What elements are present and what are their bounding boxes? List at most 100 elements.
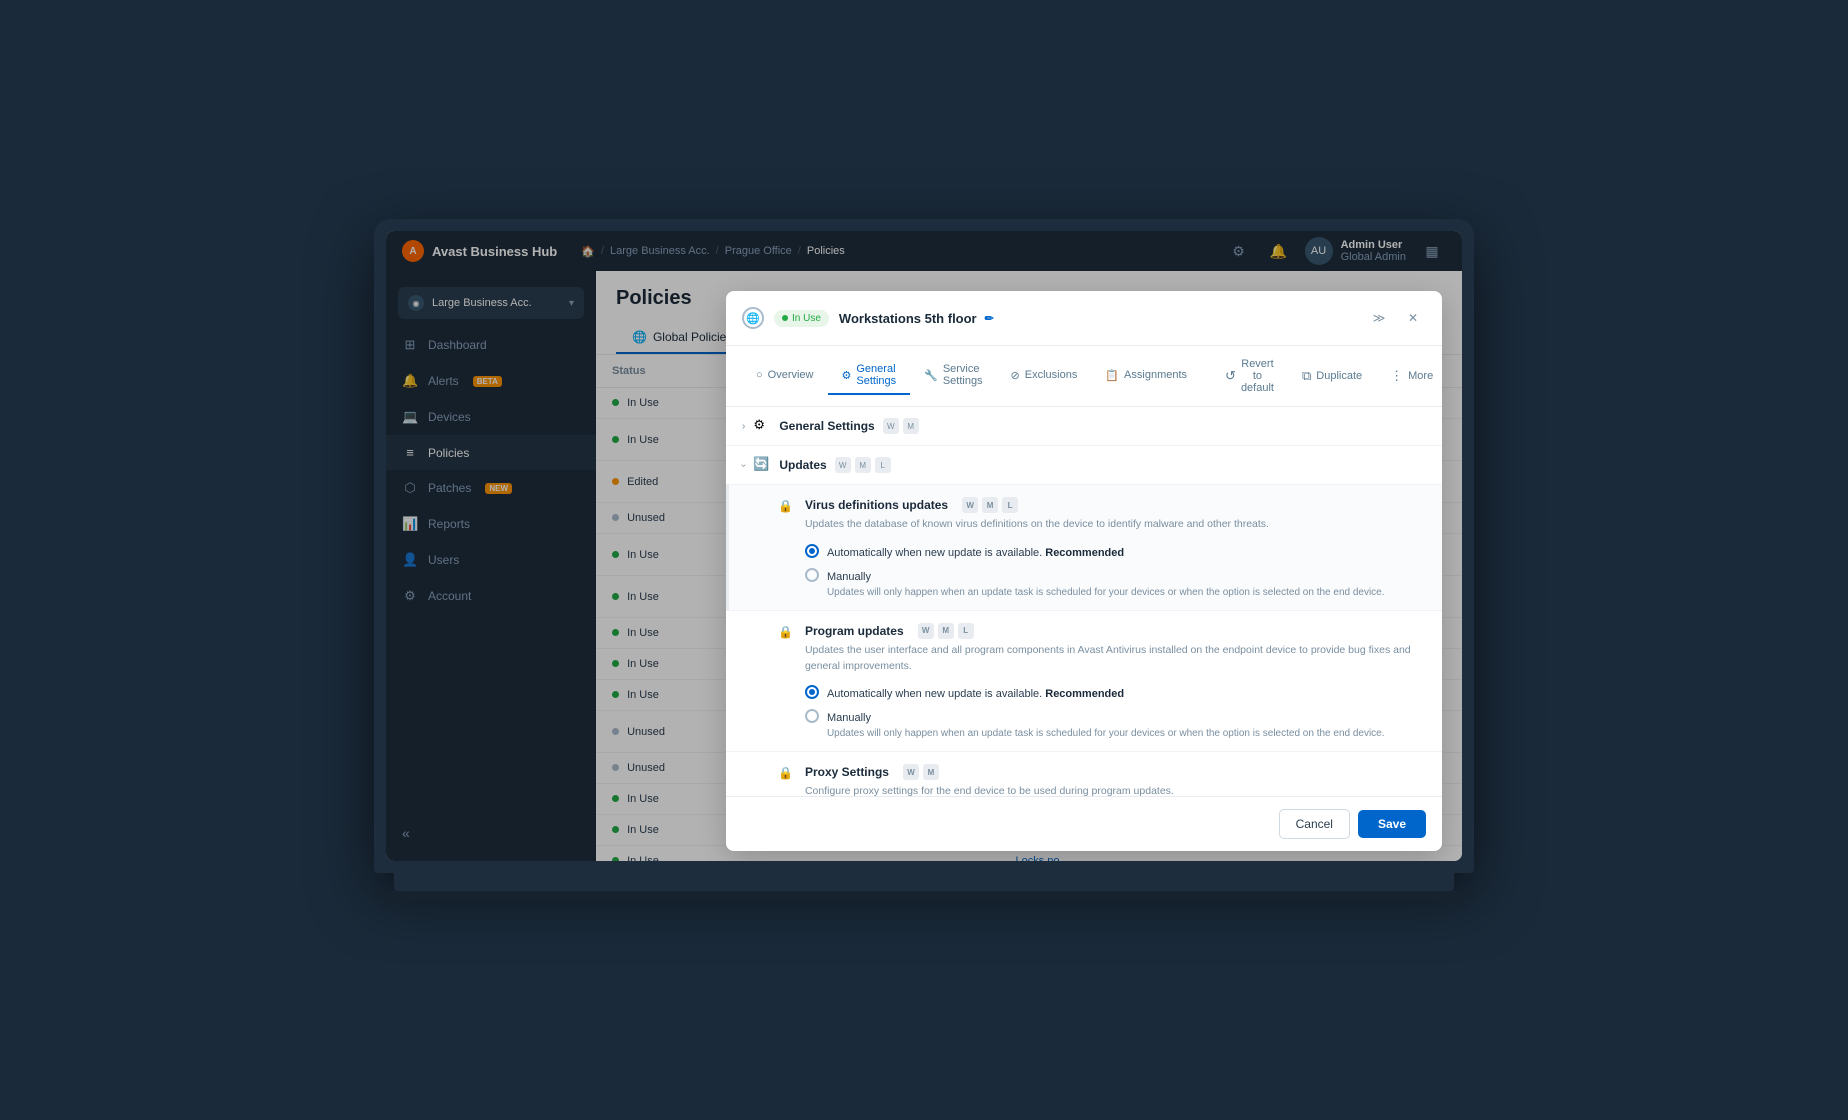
assignments-tab-icon: 📋 [1105, 369, 1119, 382]
general-tab-label: General Settings [856, 363, 896, 387]
virus-auto-radio[interactable] [805, 544, 819, 558]
duplicate-label: Duplicate [1316, 370, 1362, 382]
program-manual-label-wrap: Manually Updates will only happen when a… [827, 708, 1385, 739]
updates-icon: 🔄 [753, 456, 771, 474]
general-settings-title: General Settings [779, 419, 874, 433]
virus-manual-radio[interactable] [805, 568, 819, 582]
program-badge-l: L [958, 623, 974, 639]
program-updates-block: 🔒 Program updates W M L [726, 611, 1442, 753]
modal-header-actions: ≫ ✕ [1366, 305, 1426, 331]
exclusions-tab-icon: ⊘ [1011, 369, 1020, 382]
virus-radio-group: Automatically when new update is availab… [805, 543, 1418, 598]
overview-tab-icon: ○ [756, 369, 763, 381]
close-modal-btn[interactable]: ✕ [1400, 305, 1426, 331]
general-tab-icon: ⚙ [842, 369, 852, 382]
proxy-settings-row: 🔒 Proxy Settings W M [778, 764, 1418, 796]
duplicate-btn[interactable]: ⧉ Duplicate [1294, 364, 1370, 388]
more-icon: ⋮ [1390, 368, 1403, 384]
virus-badge-l: L [1002, 497, 1018, 513]
proxy-badge-w: W [903, 764, 919, 780]
program-updates-desc: Updates the user interface and all progr… [805, 643, 1418, 675]
program-auto-option[interactable]: Automatically when new update is availab… [805, 684, 1418, 702]
modal-title-text: Workstations 5th floor [839, 311, 977, 326]
program-manual-radio[interactable] [805, 709, 819, 723]
badge-win: W [883, 418, 899, 434]
program-updates-content: Program updates W M L Updates the user i… [805, 623, 1418, 740]
tab-service-settings[interactable]: 🔧 Service Settings [910, 357, 996, 395]
proxy-badge-m: M [923, 764, 939, 780]
modal-footer: Cancel Save [726, 796, 1442, 851]
more-btn[interactable]: ⋮ More [1382, 364, 1441, 388]
program-updates-title: Program updates W M L [805, 623, 1418, 639]
cancel-button[interactable]: Cancel [1279, 809, 1350, 839]
proxy-settings-desc: Configure proxy settings for the end dev… [805, 784, 1418, 796]
revert-default-btn[interactable]: ↺ Revert to default [1217, 354, 1282, 398]
program-updates-row: 🔒 Program updates W M L [778, 623, 1418, 740]
general-settings-chevron: › [742, 421, 745, 432]
program-title-text: Program updates [805, 624, 904, 638]
badge-mac: M [903, 418, 919, 434]
updates-badges: W M L [835, 457, 891, 473]
revert-icon: ↺ [1225, 368, 1236, 384]
save-button[interactable]: Save [1358, 810, 1426, 838]
virus-auto-option[interactable]: Automatically when new update is availab… [805, 543, 1418, 561]
duplicate-icon: ⧉ [1302, 368, 1311, 384]
modal-tabs: ○ Overview ⚙ General Settings 🔧 Service … [742, 357, 1201, 395]
badge-updates-linux: L [875, 457, 891, 473]
program-badges: W M L [918, 623, 974, 639]
virus-definitions-row: 🔒 Virus definitions updates W M L [778, 497, 1418, 598]
virus-badge-w: W [962, 497, 978, 513]
modal-title: Workstations 5th floor ✏ [839, 311, 1356, 326]
virus-badges: W M L [962, 497, 1018, 513]
proxy-title-text: Proxy Settings [805, 765, 889, 779]
section-general-settings[interactable]: › ⚙ General Settings W M [726, 407, 1442, 446]
modal-overlay: 🌐 In Use Workstations 5th floor ✏ ≫ ✕ [386, 231, 1462, 861]
proxy-settings-content: Proxy Settings W M Configure proxy setti… [805, 764, 1418, 796]
modal-actions: ↺ Revert to default ⧉ Duplicate ⋮ More [1217, 354, 1441, 398]
virus-manual-label-wrap: Manually Updates will only happen when a… [827, 567, 1385, 598]
virus-definitions-block: 🔒 Virus definitions updates W M L [726, 485, 1442, 611]
edit-title-icon[interactable]: ✏ [985, 312, 994, 325]
program-manual-option[interactable]: Manually Updates will only happen when a… [805, 708, 1418, 739]
program-auto-radio[interactable] [805, 685, 819, 699]
virus-definitions-desc: Updates the database of known virus defi… [805, 517, 1418, 533]
virus-lock-icon: 🔒 [778, 499, 793, 513]
virus-definitions-content: Virus definitions updates W M L Updates … [805, 497, 1418, 598]
virus-title-text: Virus definitions updates [805, 498, 948, 512]
general-settings-icon: ⚙ [753, 417, 771, 435]
program-radio-group: Automatically when new update is availab… [805, 684, 1418, 739]
proxy-badges: W M [903, 764, 939, 780]
modal-header: 🌐 In Use Workstations 5th floor ✏ ≫ ✕ [726, 291, 1442, 346]
modal-globe-icon: 🌐 [742, 307, 764, 329]
badge-updates-win: W [835, 457, 851, 473]
virus-manual-option[interactable]: Manually Updates will only happen when a… [805, 567, 1418, 598]
virus-badge-m: M [982, 497, 998, 513]
overview-tab-label: Overview [768, 369, 814, 381]
badge-updates-mac: M [855, 457, 871, 473]
more-label: More [1408, 370, 1433, 382]
general-settings-badges: W M [883, 418, 919, 434]
modal-toolbar: ○ Overview ⚙ General Settings 🔧 Service … [726, 346, 1442, 407]
program-lock-icon: 🔒 [778, 625, 793, 639]
virus-manual-sublabel: Updates will only happen when an update … [827, 587, 1385, 598]
program-auto-label: Automatically when new update is availab… [827, 684, 1124, 702]
program-badge-w: W [918, 623, 934, 639]
tab-exclusions[interactable]: ⊘ Exclusions [997, 363, 1092, 390]
revert-label: Revert to default [1241, 358, 1274, 394]
expand-btn[interactable]: ≫ [1366, 305, 1392, 331]
tab-general-settings[interactable]: ⚙ General Settings [828, 357, 911, 395]
service-tab-icon: 🔧 [924, 369, 938, 382]
proxy-settings-block: 🔒 Proxy Settings W M [726, 752, 1442, 796]
virus-definitions-title: Virus definitions updates W M L [805, 497, 1418, 513]
proxy-lock-icon: 🔒 [778, 766, 793, 780]
modal-body: › ⚙ General Settings W M › 🔄 [726, 407, 1442, 796]
section-updates[interactable]: › 🔄 Updates W M L [726, 446, 1442, 485]
modal-status-badge: In Use [774, 310, 829, 327]
program-badge-m: M [938, 623, 954, 639]
tab-assignments[interactable]: 📋 Assignments [1091, 363, 1201, 390]
tab-overview[interactable]: ○ Overview [742, 363, 828, 389]
policy-modal: 🌐 In Use Workstations 5th floor ✏ ≫ ✕ [726, 291, 1442, 851]
virus-auto-label: Automatically when new update is availab… [827, 543, 1124, 561]
service-tab-label: Service Settings [943, 363, 983, 387]
exclusions-tab-label: Exclusions [1025, 369, 1078, 381]
